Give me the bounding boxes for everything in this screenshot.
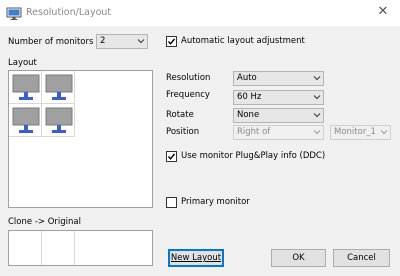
clone-panel[interactable] xyxy=(8,230,153,266)
resolution-value: Auto xyxy=(237,73,257,83)
rotate-select[interactable]: None xyxy=(233,108,324,123)
title-bar: Resolution/Layout ✕ xyxy=(0,0,400,26)
monitor-icon[interactable] xyxy=(10,72,42,104)
frequency-label: Frequency xyxy=(166,90,210,100)
frequency-select[interactable]: 60 Hz xyxy=(233,90,324,105)
position-label: Position xyxy=(166,127,200,137)
primary-monitor-label: Primary monitor xyxy=(181,197,250,207)
rotate-label: Rotate xyxy=(166,110,194,120)
automatic-layout-label: Automatic layout adjustment xyxy=(181,36,305,46)
clone-cell xyxy=(42,231,75,265)
checkbox-box xyxy=(166,36,177,47)
checkmark-icon xyxy=(167,153,176,160)
position-select[interactable]: Right of xyxy=(233,125,324,140)
cancel-label: Cancel xyxy=(347,253,376,263)
number-of-monitors-label: Number of monitors xyxy=(8,37,94,47)
position-value: Right of xyxy=(237,127,271,137)
rotate-value: None xyxy=(237,110,260,120)
monitor-icon[interactable] xyxy=(43,72,75,104)
chevron-down-icon xyxy=(313,76,321,81)
close-button[interactable]: ✕ xyxy=(366,0,400,26)
resolution-select[interactable]: Auto xyxy=(233,71,324,86)
number-of-monitors-select[interactable]: 2 xyxy=(96,34,148,49)
new-layout-button[interactable]: New Layout xyxy=(168,249,224,267)
clone-cell xyxy=(9,231,42,265)
chevron-down-icon xyxy=(137,39,145,44)
window-title: Resolution/Layout xyxy=(26,7,112,18)
clone-original-label: Clone -> Original xyxy=(8,217,81,227)
frequency-value: 60 Hz xyxy=(237,92,262,102)
position-monitor-select[interactable]: Monitor_1 xyxy=(330,125,391,140)
checkmark-icon xyxy=(167,38,176,45)
monitor-icon[interactable] xyxy=(10,105,42,137)
layout-label: Layout xyxy=(8,58,37,68)
close-icon: ✕ xyxy=(377,4,389,19)
resolution-label: Resolution xyxy=(166,73,211,83)
position-monitor-value: Monitor_1 xyxy=(334,127,376,137)
chevron-down-icon xyxy=(313,113,321,118)
layout-panel[interactable] xyxy=(8,70,153,208)
chevron-down-icon xyxy=(380,130,388,135)
checkbox-box xyxy=(166,197,177,208)
new-layout-label: New Layout xyxy=(170,253,222,263)
monitor-layout-icon xyxy=(6,7,22,20)
cancel-button[interactable]: Cancel xyxy=(333,249,390,267)
chevron-down-icon xyxy=(313,95,321,100)
ok-button[interactable]: OK xyxy=(271,249,326,267)
ok-label: OK xyxy=(292,253,305,263)
chevron-down-icon xyxy=(313,130,321,135)
monitor-icon[interactable] xyxy=(43,105,75,137)
plug-play-label: Use monitor Plug&Play info (DDC) xyxy=(181,151,326,161)
checkbox-box xyxy=(166,151,177,162)
number-of-monitors-value: 2 xyxy=(100,36,106,46)
